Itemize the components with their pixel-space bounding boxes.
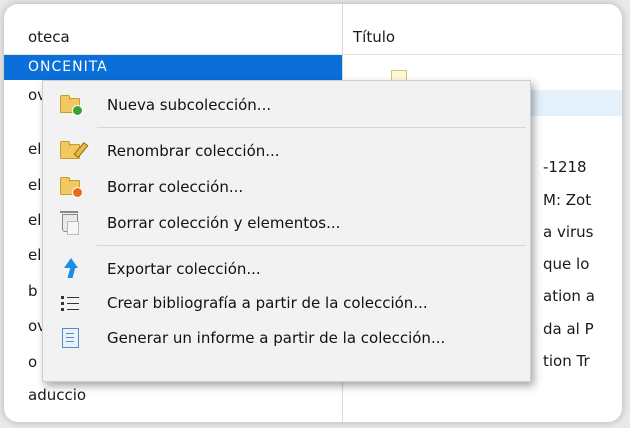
folder-delete-icon [59, 176, 83, 198]
bibliography-list-icon [59, 292, 81, 314]
collection-item[interactable]: aduccio [28, 384, 86, 406]
menu-item-rename-collection[interactable]: Renombrar colección... [43, 135, 530, 167]
library-header[interactable]: oteca [28, 22, 70, 52]
menu-item-label: Nueva subcolección... [107, 96, 272, 114]
item-title[interactable]: -1218 [543, 156, 587, 178]
selected-collection[interactable]: ONCENITA [4, 55, 342, 80]
menu-item-label: Crear bibliografía a partir de la colecc… [107, 294, 428, 312]
menu-item-label: Borrar colección y elementos... [107, 214, 341, 232]
menu-item-delete-collection-and-items[interactable]: Borrar colección y elementos... [43, 207, 530, 239]
app-window: oteca ONCENITA ov eli eli eli eli b ov o… [4, 4, 622, 422]
menu-item-create-bibliography[interactable]: Crear bibliografía a partir de la colecc… [43, 287, 530, 319]
header-divider [343, 54, 622, 55]
menu-item-label: Generar un informe a partir de la colecc… [107, 329, 446, 347]
menu-separator [97, 245, 526, 246]
menu-item-label: Exportar colección... [107, 260, 261, 278]
export-arrow-icon [59, 258, 81, 280]
folder-new-icon [59, 94, 83, 116]
item-title[interactable]: tion Tr [543, 350, 590, 372]
menu-separator [97, 127, 526, 128]
item-title[interactable]: da al P [543, 318, 594, 340]
menu-item-new-subcollection[interactable]: Nueva subcolección... [43, 89, 530, 121]
collection-item[interactable]: o [28, 351, 37, 373]
item-title[interactable]: M: Zot [543, 189, 591, 211]
collection-item[interactable]: b [28, 280, 38, 302]
item-title[interactable]: ation a [543, 285, 595, 307]
folder-rename-icon [59, 140, 89, 162]
item-title[interactable]: que lo [543, 253, 589, 275]
trash-icon [59, 211, 81, 235]
menu-item-export-collection[interactable]: Exportar colección... [43, 253, 530, 285]
report-icon [59, 327, 81, 349]
menu-item-label: Borrar colección... [107, 178, 244, 196]
item-title[interactable]: a virus [543, 221, 594, 243]
menu-item-label: Renombrar colección... [107, 142, 280, 160]
menu-item-delete-collection[interactable]: Borrar colección... [43, 171, 530, 203]
title-column-header[interactable]: Título [353, 22, 395, 52]
menu-item-generate-report[interactable]: Generar un informe a partir de la colecc… [43, 322, 530, 354]
collection-context-menu: Nueva subcolección... Renombrar colecció… [42, 80, 531, 382]
